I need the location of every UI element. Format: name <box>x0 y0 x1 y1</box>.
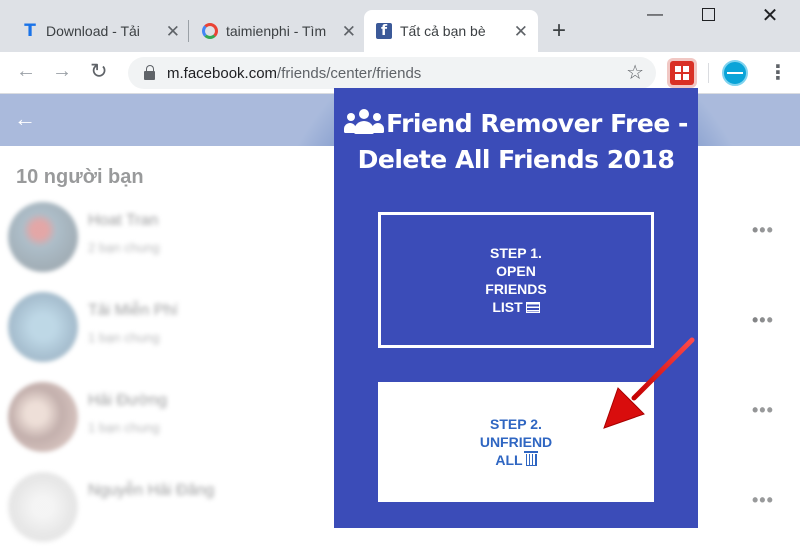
popup-title-text: Friend Remover Free - Delete All Friends… <box>357 109 689 174</box>
open-friends-list-button[interactable]: STEP 1. OPEN FRIENDS LIST <box>378 212 654 348</box>
profile-avatar[interactable] <box>722 60 748 86</box>
new-tab-button[interactable]: + <box>552 17 566 45</box>
trash-icon <box>523 451 538 466</box>
bookmark-star-icon[interactable]: ☆ <box>626 60 644 85</box>
avatar <box>8 472 78 542</box>
annotation-arrow-icon <box>603 337 695 429</box>
popup-title: Friend Remover Free - Delete All Friends… <box>334 106 698 178</box>
google-g-icon <box>202 23 218 39</box>
more-options-icon[interactable]: ••• <box>752 490 774 511</box>
friend-name: Nguyễn Hải Đăng <box>88 482 215 499</box>
more-options-icon[interactable]: ••• <box>752 310 774 331</box>
kebab-menu-icon[interactable]: ⋮ <box>768 60 788 85</box>
friend-name: Hải Đường <box>88 392 168 409</box>
friend-remover-popup: Friend Remover Free - Delete All Friends… <box>334 88 698 528</box>
taimienphi-t-icon: T <box>24 21 36 41</box>
facebook-f-icon: f <box>376 23 392 39</box>
more-options-icon[interactable]: ••• <box>752 400 774 421</box>
lock-icon <box>144 64 155 80</box>
forward-arrow-icon[interactable]: → <box>52 60 72 83</box>
maximize-button[interactable] <box>702 8 715 21</box>
browser-tab-bar: T Download - Tải ✕ taimienphi - Tìm ✕ f … <box>0 0 800 52</box>
reload-icon[interactable]: ↻ <box>90 59 108 84</box>
close-icon[interactable]: ✕ <box>342 22 356 42</box>
avatar <box>8 382 78 452</box>
users-icon <box>344 109 385 135</box>
tab-taimienphi[interactable]: taimienphi - Tìm ✕ <box>190 10 366 52</box>
friends-count-heading: 10 người bạn <box>16 166 144 188</box>
minimize-button[interactable]: — <box>640 6 670 24</box>
mutual-friends: 1 bạn chung <box>88 330 160 345</box>
tab-title: Tất cả bạn bè <box>400 23 486 39</box>
more-options-icon[interactable]: ••• <box>752 220 774 241</box>
back-arrow-icon[interactable]: ← <box>14 106 36 132</box>
step2-label: STEP 2. UNFRIEND ALL <box>479 416 553 468</box>
url-host: m.facebook.com <box>167 64 278 82</box>
tab-title: Download - Tải <box>46 23 140 39</box>
address-bar[interactable]: m.facebook.com/friends/center/friends ☆ <box>128 57 656 89</box>
tab-download[interactable]: T Download - Tải ✕ <box>10 10 190 52</box>
tab-title: taimienphi - Tìm <box>226 23 327 39</box>
avatar <box>8 292 78 362</box>
back-arrow-icon[interactable]: ← <box>16 60 36 83</box>
friend-name: Tải Miễn Phí <box>88 302 178 319</box>
url-path: /friends/center/friends <box>277 64 422 82</box>
close-icon[interactable]: ✕ <box>514 22 528 42</box>
mutual-friends: 2 bạn chung <box>88 240 160 255</box>
window-close-button[interactable]: ✕ <box>755 3 785 28</box>
friend-name: Hoat Tran <box>88 212 159 229</box>
list-icon <box>525 302 540 313</box>
avatar <box>8 202 78 272</box>
tab-facebook-friends[interactable]: f Tất cả bạn bè ✕ <box>364 10 538 52</box>
close-icon[interactable]: ✕ <box>166 22 180 42</box>
mutual-friends: 1 bạn chung <box>88 420 160 435</box>
